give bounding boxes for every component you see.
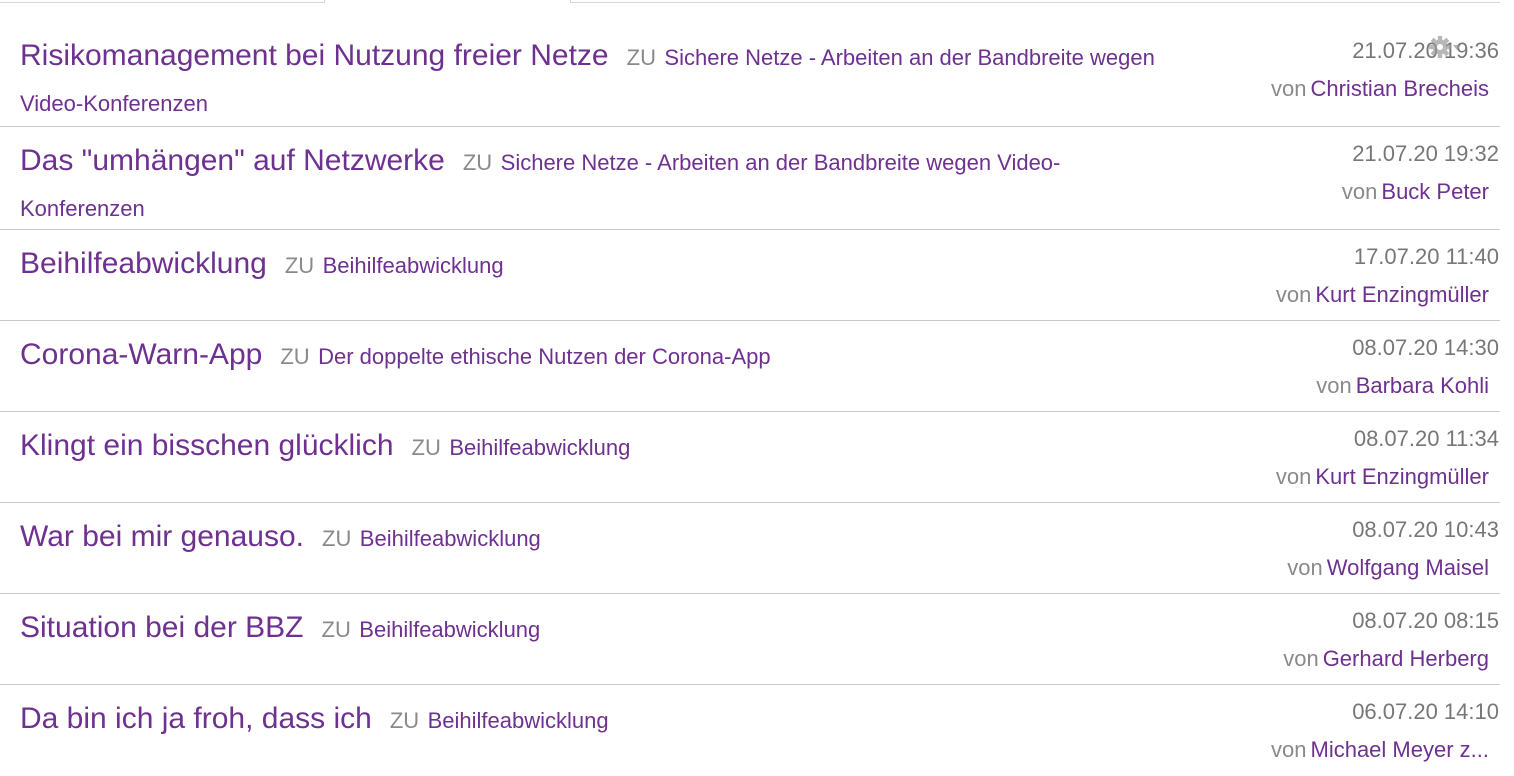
feed-item-parent-link[interactable]: Beihilfeabwicklung [449, 435, 630, 460]
feed-item-author-link[interactable]: Gerhard Herberg [1323, 646, 1489, 671]
activity-feed: Risikomanagement bei Nutzung freier Netz… [0, 24, 1500, 776]
feed-item-zu-label: ZU [626, 45, 656, 70]
feed-item-main: Risikomanagement bei Nutzung freier Netz… [20, 34, 1160, 128]
feed-item-zu-label: ZU [411, 435, 441, 460]
feed-item-von-label: von [1275, 282, 1312, 307]
tab-inactive-left[interactable] [0, 0, 325, 3]
feed-item: War bei mir genauso. ZU Beihilfeabwicklun… [0, 503, 1500, 594]
feed-item-author-link[interactable]: Michael Meyer z... [1311, 737, 1490, 762]
feed-item: Risikomanagement bei Nutzung freier Netz… [0, 24, 1500, 127]
feed-item-byline: von Barbara Kohli [1316, 373, 1489, 399]
feed-item-meta: 08.07.20 08:15 von Gerhard Herberg [1283, 608, 1499, 672]
feed-item-byline: von Gerhard Herberg [1283, 646, 1489, 672]
feed-item-byline: von Kurt Enzingmüller [1276, 464, 1489, 490]
feed-item-parent-link[interactable]: Beihilfeabwicklung [359, 617, 540, 642]
feed-item-parent-link[interactable]: Der doppelte ethische Nutzen der Corona-… [318, 344, 771, 369]
feed-item-title[interactable]: Situation bei der BBZ [20, 611, 304, 644]
feed-item-date: 08.07.20 08:15 [1352, 608, 1499, 633]
feed-item-author-link[interactable]: Christian Brecheis [1310, 76, 1489, 101]
feed-item-zu-label: ZU [462, 150, 493, 175]
feed-item-date: 08.07.20 10:43 [1352, 517, 1499, 542]
feed-item: Da bin ich ja froh, dass ich ZU Beihilfea… [0, 685, 1500, 776]
feed-item-byline: von Buck Peter [1342, 179, 1489, 205]
feed-item-meta: 17.07.20 11:40 von Kurt Enzingmüller [1276, 244, 1499, 308]
feed-item-date: 21.07.20 19:32 [1352, 141, 1499, 166]
feed-item-zu-label: ZU [322, 526, 352, 551]
feed-item-meta: 08.07.20 10:43 von Wolfgang Maisel [1287, 517, 1499, 581]
feed-item-title[interactable]: Da bin ich ja froh, dass ich [20, 702, 372, 735]
feed-item-main: War bei mir genauso. ZU Beihilfeabwicklun… [20, 515, 1160, 563]
feed-item-zu-label: ZU [321, 617, 351, 642]
feed-item-byline: von Wolfgang Maisel [1287, 555, 1489, 581]
feed-item-title[interactable]: Corona-Warn-App [20, 338, 262, 371]
feed-item-main: Beihilfeabwicklung ZU Beihilfeabwicklung [20, 242, 1160, 290]
feed-item: Corona-Warn-App ZU Der doppelte ethische … [0, 321, 1500, 412]
feed-item-date: 06.07.20 14:10 [1352, 699, 1499, 724]
feed-item: Das "umhängen" auf Netzwerke ZU Sichere N… [0, 127, 1500, 230]
feed-item-parent-link[interactable]: Beihilfeabwicklung [360, 526, 541, 551]
feed-item-author-link[interactable]: Kurt Enzingmüller [1315, 464, 1489, 489]
tab-strip [0, 0, 1500, 4]
feed-item-byline: von Christian Brecheis [1271, 76, 1489, 102]
feed-item: Beihilfeabwicklung ZU Beihilfeabwicklung … [0, 230, 1500, 321]
feed-item-main: Corona-Warn-App ZU Der doppelte ethische … [20, 333, 1160, 381]
feed-item-title[interactable]: Risikomanagement bei Nutzung freier Netz… [20, 39, 609, 72]
feed-item-byline: von Michael Meyer z... [1271, 737, 1489, 763]
feed-item-date: 17.07.20 11:40 [1353, 244, 1499, 269]
feed-item-main: Das "umhängen" auf Netzwerke ZU Sichere N… [20, 139, 1160, 233]
feed-item-date: 08.07.20 11:34 [1353, 426, 1499, 451]
feed-item-von-label: von [1341, 179, 1378, 204]
feed-item-title[interactable]: Beihilfeabwicklung [20, 247, 267, 280]
feed-item-title[interactable]: War bei mir genauso. [20, 520, 304, 553]
feed-item-date: 08.07.20 14:30 [1352, 335, 1499, 360]
feed-item: Situation bei der BBZ ZU Beihilfeabwicklu… [0, 594, 1500, 685]
feed-item-meta: 06.07.20 14:10 von Michael Meyer z... [1271, 699, 1499, 763]
feed-item-author-link[interactable]: Buck Peter [1381, 179, 1489, 204]
feed-item-author-link[interactable]: Barbara Kohli [1356, 373, 1489, 398]
feed-item-parent-link[interactable]: Beihilfeabwicklung [323, 253, 504, 278]
feed-item-date: 21.07.20 19:36 [1352, 38, 1499, 63]
feed-item-von-label: von [1271, 737, 1307, 762]
feed-item-von-label: von [1275, 464, 1312, 489]
feed-item-meta: 08.07.20 14:30 von Barbara Kohli [1316, 335, 1499, 399]
feed-item-von-label: von [1271, 76, 1307, 101]
feed-item-zu-label: ZU [284, 253, 315, 278]
feed-item-title[interactable]: Das "umhängen" auf Netzwerke [20, 144, 445, 177]
feed-item-byline: von Kurt Enzingmüller [1276, 282, 1489, 308]
feed-item-von-label: von [1283, 646, 1319, 671]
gear-icon[interactable] [1428, 34, 1462, 64]
feed-item-meta: 21.07.20 19:32 von Buck Peter [1342, 141, 1499, 205]
feed-item-main: Klingt ein bisschen glücklich ZU Beihilfe… [20, 424, 1160, 472]
tab-inactive-right[interactable] [570, 0, 1500, 3]
feed-item-zu-label: ZU [280, 344, 310, 369]
feed-item-parent-link[interactable]: Beihilfeabwicklung [428, 708, 609, 733]
feed-item: Klingt ein bisschen glücklich ZU Beihilfe… [0, 412, 1500, 503]
feed-item-zu-label: ZU [389, 708, 420, 733]
feed-item-von-label: von [1316, 373, 1352, 398]
feed-item-meta: 21.07.20 19:36 von Christian Brecheis [1271, 38, 1499, 102]
feed-item-title[interactable]: Klingt ein bisschen glücklich [20, 429, 394, 462]
feed-item-main: Situation bei der BBZ ZU Beihilfeabwicklu… [20, 606, 1160, 654]
feed-item-meta: 08.07.20 11:34 von Kurt Enzingmüller [1276, 426, 1499, 490]
feed-item-von-label: von [1287, 555, 1323, 580]
feed-item-author-link[interactable]: Wolfgang Maisel [1327, 555, 1489, 580]
feed-item-main: Da bin ich ja froh, dass ich ZU Beihilfea… [20, 697, 1160, 745]
feed-item-author-link[interactable]: Kurt Enzingmüller [1315, 282, 1489, 307]
